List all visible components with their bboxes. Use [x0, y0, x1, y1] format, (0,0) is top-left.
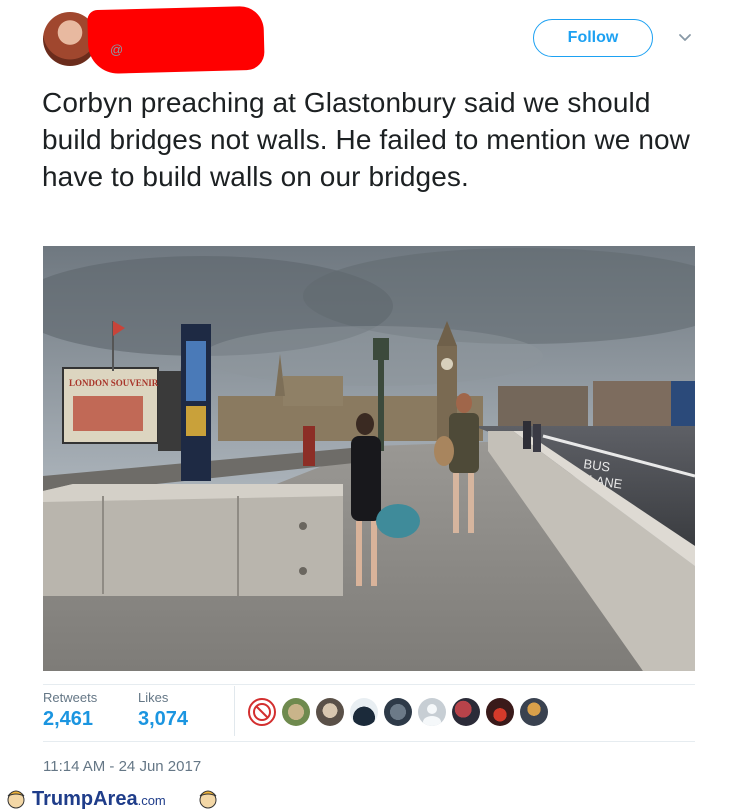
user-handle[interactable]: @: [110, 42, 123, 57]
watermark-tld: .com: [137, 793, 166, 808]
retweets-stat[interactable]: Retweets 2,461: [43, 690, 97, 731]
tweet-photo[interactable]: BUS LANE LONDON SOUVENIRS: [43, 246, 695, 671]
liker-avatar[interactable]: [520, 698, 548, 726]
likes-label: Likes: [138, 690, 169, 705]
likes-count: 3,074: [138, 708, 189, 730]
liker-avatar[interactable]: [350, 698, 378, 726]
no-symbol-icon: [253, 703, 271, 721]
follow-button[interactable]: Follow: [533, 19, 653, 57]
liker-avatar[interactable]: [316, 698, 344, 726]
chevron-down-icon[interactable]: [676, 28, 694, 46]
cartoon-head-icon: [7, 790, 25, 809]
tweet-text: Corbyn preaching at Glastonbury said we …: [42, 87, 690, 192]
tweet-timestamp[interactable]: 11:14 AM - 24 Jun 2017: [43, 758, 201, 775]
liker-avatar[interactable]: [248, 698, 276, 726]
cartoon-head-icon: [199, 790, 217, 809]
stats-divider-vertical: [234, 686, 235, 736]
likes-stat[interactable]: Likes 3,074: [138, 690, 188, 731]
liker-avatar[interactable]: [282, 698, 310, 726]
liker-avatar[interactable]: [384, 698, 412, 726]
stats-divider-bottom: [43, 741, 695, 742]
retweets-label: Retweets: [43, 690, 98, 705]
watermark-brand: TrumpArea: [32, 788, 138, 810]
default-user-icon: [423, 704, 441, 726]
redacted-username: [87, 5, 265, 75]
liker-avatar[interactable]: [452, 698, 480, 726]
liker-avatar[interactable]: [418, 698, 446, 726]
watermark-text: TrumpArea.com: [32, 788, 166, 811]
stats-divider-top: [43, 684, 695, 685]
souvenir-sign: LONDON SOUVENIRS: [69, 378, 163, 388]
liker-avatar[interactable]: [486, 698, 514, 726]
retweets-count: 2,461: [43, 708, 94, 730]
